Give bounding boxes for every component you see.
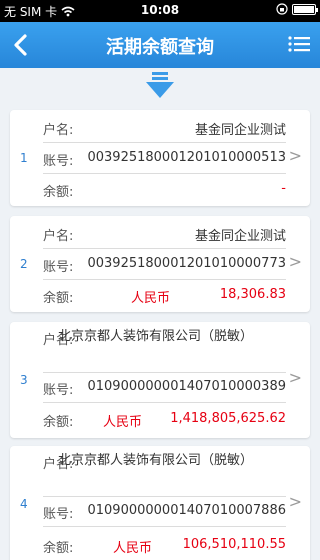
account-name: 北京京都人装饰有限公司（脱敏） [58, 329, 254, 344]
status-right [276, 3, 318, 15]
page-title: 活期余额查询 [106, 37, 214, 58]
divider [43, 142, 286, 143]
account-name: 北京京都人装饰有限公司（脱敏） [58, 453, 254, 468]
account-number: 003925180001201010000513 [87, 150, 286, 165]
balance-label: 余额: [43, 541, 74, 556]
card-index: 2 [20, 257, 28, 271]
account-label: 账号: [43, 507, 74, 522]
nav-bar: 活期余额查询 [0, 22, 320, 68]
balance-label: 余额: [43, 415, 74, 430]
balance-value: 18,306.83 [219, 287, 286, 302]
clock: 10:08 [140, 3, 180, 17]
balance-label: 余额: [43, 185, 74, 200]
balance-value: 106,510,110.55 [182, 537, 286, 552]
account-label: 账号: [43, 260, 74, 275]
name-label: 户名: [43, 229, 74, 244]
account-card-4[interactable]: 4 > 户名: 北京京都人装饰有限公司（脱敏） 账号: 010900000001… [10, 446, 310, 560]
divider [43, 248, 286, 249]
chevron-right-icon: > [288, 492, 302, 511]
divider [43, 372, 286, 373]
battery-icon [292, 3, 318, 15]
account-card-2[interactable]: 2 > 户名: 基金同企业测试 账号: 00392518000120101000… [10, 216, 310, 312]
card-index: 1 [20, 151, 28, 165]
down-arrow-icon [146, 72, 174, 98]
account-label: 账号: [43, 154, 74, 169]
currency-label: 人民币 [113, 541, 153, 556]
divider [43, 526, 286, 527]
balance-value: 1,418,805,625.62 [170, 411, 286, 426]
account-name: 基金同企业测试 [194, 229, 286, 244]
chevron-right-icon: > [288, 146, 302, 165]
account-number: 010900000001407010000389 [87, 379, 286, 394]
currency-label: 人民币 [103, 415, 143, 430]
status-bar: 无 SIM 卡 10:08 [0, 0, 320, 22]
account-number: 010900000001407010007886 [87, 503, 286, 518]
menu-list-icon[interactable] [288, 35, 310, 53]
balance-value: - [281, 181, 286, 196]
divider [43, 402, 286, 403]
account-name: 基金同企业测试 [194, 123, 286, 138]
chevron-right-icon: > [288, 252, 302, 271]
chevron-right-icon: > [288, 368, 302, 387]
divider [43, 279, 286, 280]
divider [43, 173, 286, 174]
account-label: 账号: [43, 383, 74, 398]
account-card-1[interactable]: 1 > 户名: 基金同企业测试 账号: 00392518000120101000… [10, 110, 310, 206]
orientation-lock-icon [276, 3, 288, 15]
divider [43, 496, 286, 497]
balance-label: 余额: [43, 291, 74, 306]
card-index: 3 [20, 373, 28, 387]
card-index: 4 [20, 497, 28, 511]
account-card-3[interactable]: 3 > 户名: 北京京都人装饰有限公司（脱敏） 账号: 010900000001… [10, 322, 310, 438]
currency-label: 人民币 [131, 291, 171, 306]
account-number: 003925180001201010000773 [87, 256, 286, 271]
name-label: 户名: [43, 123, 74, 138]
